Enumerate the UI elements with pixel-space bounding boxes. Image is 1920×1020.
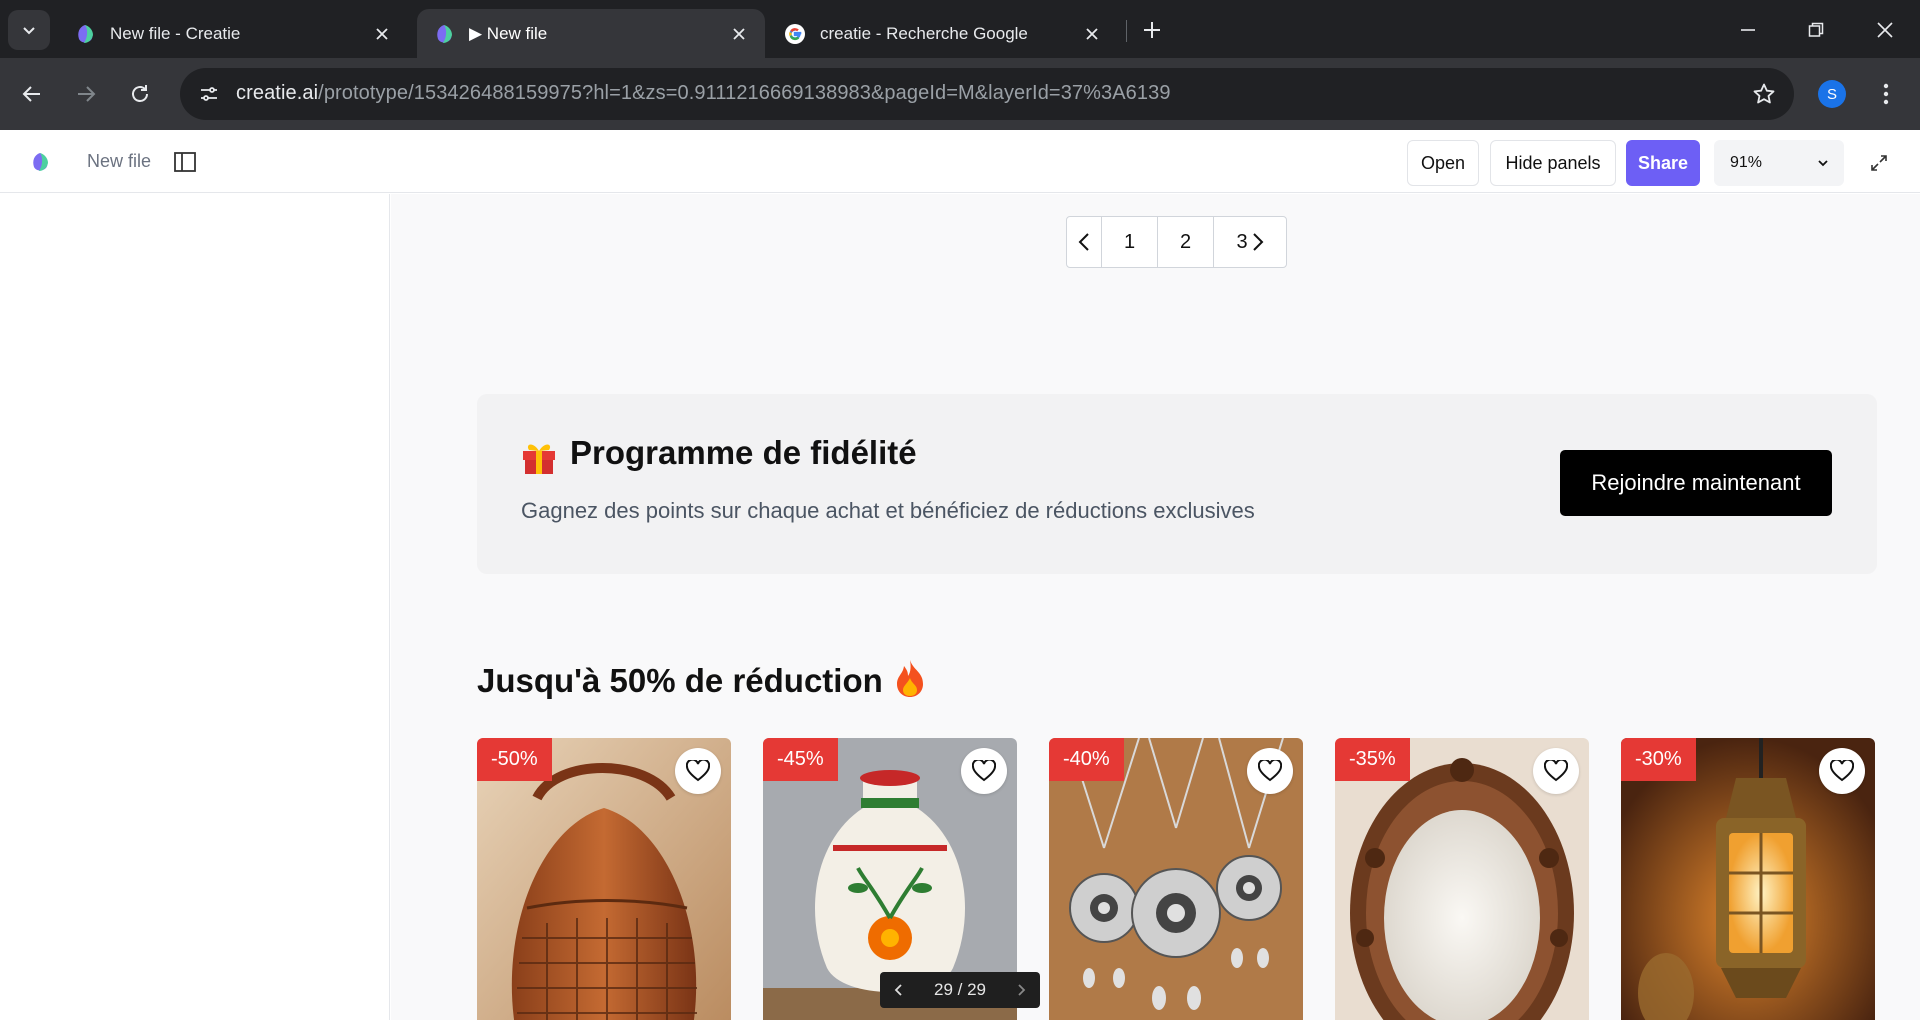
- tab-title: New file - Creatie: [110, 23, 241, 43]
- deals-heading: Jusqu'à 50% de réduction: [477, 658, 927, 700]
- close-tab-icon[interactable]: [725, 20, 753, 48]
- new-tab-button[interactable]: [1136, 14, 1168, 46]
- browser-tab-creatie[interactable]: New file - Creatie: [58, 9, 408, 58]
- open-button[interactable]: Open: [1407, 140, 1479, 186]
- tab-title: ▶ New file: [469, 23, 548, 43]
- pagination-prev[interactable]: [1067, 217, 1101, 267]
- more-vertical-icon: [1883, 83, 1889, 105]
- back-button[interactable]: [12, 74, 52, 114]
- sidebar-toggle-icon[interactable]: [174, 152, 196, 172]
- creatie-logo-icon: [78, 24, 93, 43]
- loyalty-banner: Programme de fidélité Gagnez des points …: [477, 394, 1877, 574]
- close-tab-icon[interactable]: [368, 20, 396, 48]
- gift-icon: [523, 444, 555, 474]
- tab-search-button[interactable]: [8, 10, 50, 50]
- creatie-logo-icon: [437, 24, 452, 43]
- left-panel: [0, 194, 390, 1020]
- url-path: /prototype/153426488159975?hl=1&zs=0.911…: [318, 82, 1171, 104]
- close-tab-icon[interactable]: [1078, 20, 1106, 48]
- chevron-left-icon: [1078, 233, 1089, 251]
- heart-icon: [1258, 760, 1282, 782]
- heart-icon: [1830, 760, 1854, 782]
- fullscreen-icon[interactable]: [1870, 154, 1888, 172]
- chevron-down-icon: [23, 27, 35, 35]
- loyalty-subtitle: Gagnez des points sur chaque achat et bé…: [521, 498, 1255, 523]
- bookmark-button[interactable]: [1750, 80, 1778, 108]
- slide-counter: 29 / 29: [934, 980, 986, 999]
- favorite-button[interactable]: [1247, 748, 1293, 794]
- browser-tab-strip: New file - Creatie ▶ New file creatie - …: [0, 0, 1920, 58]
- loyalty-title: Programme de fidélité: [570, 434, 917, 471]
- pagination-page-3[interactable]: 3: [1213, 217, 1286, 267]
- product-card[interactable]: -50%: [477, 738, 731, 1020]
- browser-tab-google[interactable]: creatie - Recherche Google: [768, 9, 1118, 58]
- url-host: creatie.ai: [236, 82, 319, 104]
- share-button[interactable]: Share: [1626, 140, 1700, 186]
- url-text: creatie.ai/prototype/153426488159975?hl=…: [236, 82, 1171, 105]
- heart-icon: [1544, 760, 1568, 782]
- close-window-button[interactable]: [1857, 10, 1913, 50]
- heart-icon: [686, 760, 710, 782]
- discount-badge: -45%: [763, 738, 838, 781]
- address-bar[interactable]: creatie.ai/prototype/153426488159975?hl=…: [180, 68, 1794, 120]
- plus-icon: [1144, 22, 1160, 38]
- star-icon: [1753, 83, 1775, 104]
- hide-panels-button[interactable]: Hide panels: [1490, 140, 1616, 186]
- pagination: 1 2 3: [1066, 216, 1287, 268]
- google-logo-icon: [785, 23, 805, 44]
- minimize-button[interactable]: [1720, 10, 1776, 50]
- forward-button[interactable]: [66, 74, 106, 114]
- restore-icon: [1808, 22, 1824, 37]
- arrow-left-icon: [22, 86, 40, 102]
- tab-title: creatie - Recherche Google: [820, 23, 1028, 43]
- profile-avatar[interactable]: S: [1818, 80, 1846, 108]
- close-icon: [1877, 22, 1893, 38]
- reload-button[interactable]: [120, 74, 160, 114]
- tune-icon: [201, 87, 217, 101]
- favorite-button[interactable]: [1533, 748, 1579, 794]
- arrow-right-icon: [78, 86, 96, 102]
- discount-badge: -35%: [1335, 738, 1410, 781]
- heart-icon: [972, 760, 996, 782]
- favorite-button[interactable]: [675, 748, 721, 794]
- discount-badge: -30%: [1621, 738, 1696, 781]
- browser-toolbar: creatie.ai/prototype/153426488159975?hl=…: [0, 58, 1920, 130]
- chevron-right-icon[interactable]: [1016, 983, 1026, 997]
- browser-menu-button[interactable]: [1872, 76, 1900, 112]
- deals-title-text: Jusqu'à 50% de réduction: [477, 662, 883, 699]
- app-header: New file Open Hide panels Share 91%: [0, 130, 1920, 193]
- chevron-down-icon: [1818, 160, 1828, 167]
- zoom-value: 91%: [1730, 154, 1763, 171]
- product-card[interactable]: -30%: [1621, 738, 1875, 1020]
- favorite-button[interactable]: [1819, 748, 1865, 794]
- pagination-page-2[interactable]: 2: [1157, 217, 1213, 267]
- join-now-button[interactable]: Rejoindre maintenant: [1560, 450, 1832, 516]
- reload-icon: [132, 85, 148, 102]
- product-card[interactable]: -40%: [1049, 738, 1303, 1020]
- favorite-button[interactable]: [961, 748, 1007, 794]
- discount-badge: -40%: [1049, 738, 1124, 781]
- discount-badge: -50%: [477, 738, 552, 781]
- pagination-page-3-label: 3: [1236, 230, 1248, 253]
- fire-icon: [896, 660, 923, 697]
- product-card[interactable]: -35%: [1335, 738, 1589, 1020]
- browser-tab-new-file[interactable]: ▶ New file: [417, 9, 765, 58]
- chevron-left-icon[interactable]: [894, 983, 904, 997]
- chevron-right-icon[interactable]: [1252, 232, 1264, 252]
- zoom-select[interactable]: 91%: [1714, 140, 1844, 186]
- minimize-icon: [1741, 29, 1755, 31]
- prototype-canvas: 1 2 3 Programme de fidélité Gagnez des p…: [391, 194, 1920, 1020]
- site-info-button[interactable]: [192, 78, 226, 110]
- tab-separator: [1126, 20, 1127, 42]
- pagination-page-1[interactable]: 1: [1101, 217, 1157, 267]
- creatie-logo-icon[interactable]: [29, 151, 51, 173]
- slide-navigator: 29 / 29: [880, 972, 1040, 1008]
- file-name[interactable]: New file: [87, 151, 151, 172]
- restore-button[interactable]: [1788, 10, 1844, 50]
